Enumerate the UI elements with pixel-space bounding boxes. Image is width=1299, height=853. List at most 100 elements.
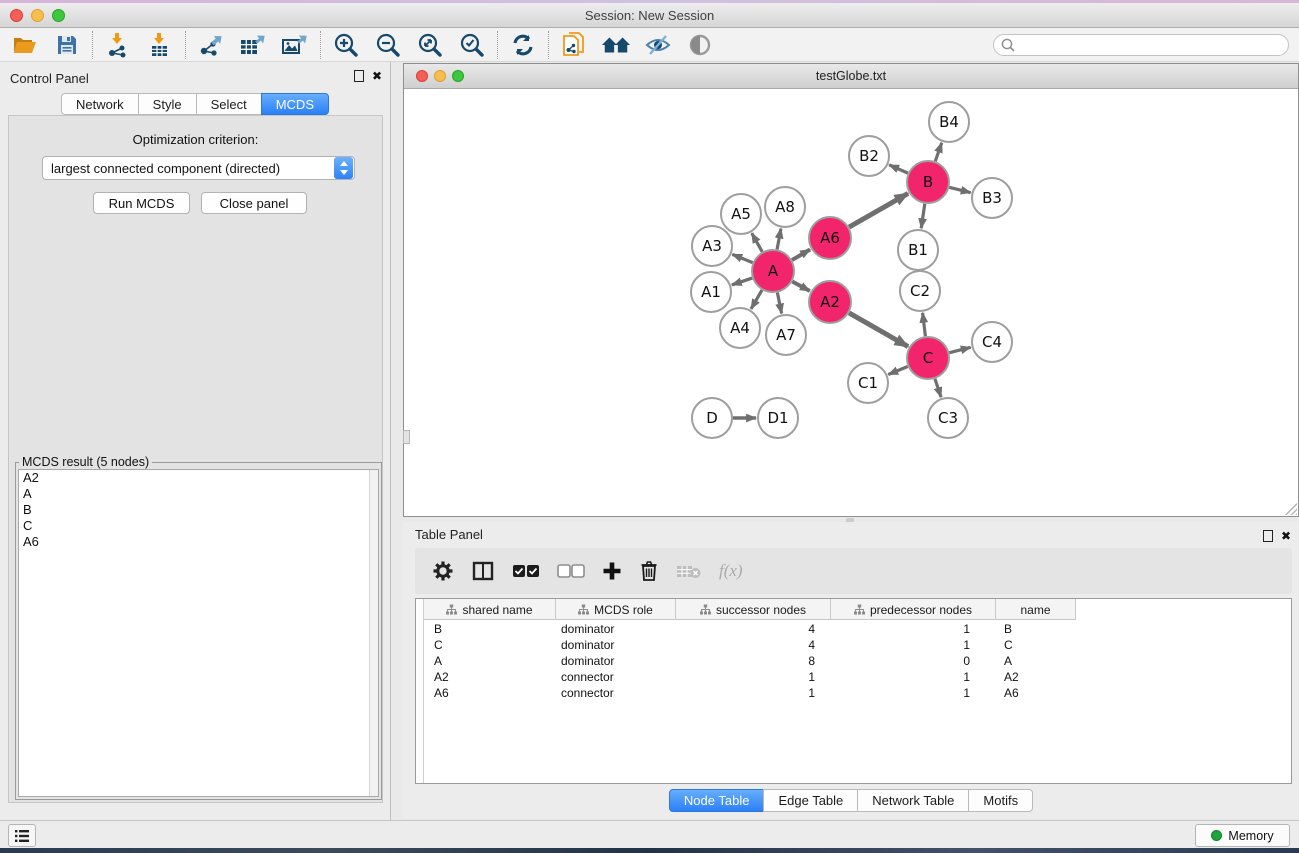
copy-network-button[interactable] (559, 31, 589, 59)
graph-edge-A-A8[interactable] (777, 229, 781, 250)
graph-node-A1[interactable]: A1 (691, 272, 731, 312)
graph-edge-A-A7[interactable] (777, 293, 781, 314)
show-details-button[interactable] (685, 31, 715, 59)
tab-mcds[interactable]: MCDS (261, 93, 329, 115)
table-tab-motifs[interactable]: Motifs (968, 789, 1033, 812)
graph-node-A6[interactable]: A6 (809, 217, 851, 259)
table-tab-node-table[interactable]: Node Table (669, 789, 765, 812)
table-row[interactable]: Adominator80A (424, 653, 1291, 669)
graph-edge-C-C3[interactable] (935, 379, 941, 397)
graph-node-A8[interactable]: A8 (765, 187, 805, 227)
import-network-button[interactable] (103, 31, 133, 59)
resize-grip-icon[interactable] (1285, 503, 1297, 515)
network-graph[interactable]: B4 B2 B B3 A5A8A6 A3 A B1 A1 C2 A2 A4A7 C4 C C1 C3 D D1 (404, 89, 1298, 516)
mcds-result-item[interactable]: A2 (19, 470, 378, 486)
home-button[interactable] (601, 31, 631, 59)
graph-node-D1[interactable]: D1 (758, 398, 798, 438)
column-header-successor-nodes[interactable]: successor nodes (676, 599, 831, 620)
tab-select[interactable]: Select (196, 93, 262, 115)
graph-edge-B-B2[interactable] (889, 165, 908, 173)
show-column-button[interactable] (471, 560, 495, 582)
run-mcds-button[interactable]: Run MCDS (93, 192, 190, 214)
function-builder-button[interactable]: f(x) (719, 561, 743, 581)
graph-node-A[interactable]: A (752, 250, 794, 292)
column-header-name[interactable]: name (996, 599, 1076, 620)
open-file-button[interactable] (10, 31, 40, 59)
graph-node-C2[interactable]: C2 (900, 271, 940, 311)
graph-edge-A-A2[interactable] (792, 282, 809, 292)
import-table-button[interactable] (145, 31, 175, 59)
table-tab-edge-table[interactable]: Edge Table (763, 789, 858, 812)
column-header-MCDS-role[interactable]: MCDS role (556, 599, 676, 620)
export-image-button[interactable] (280, 31, 310, 59)
table-row[interactable]: Bdominator41B (424, 621, 1291, 637)
graph-node-B[interactable]: B (907, 161, 949, 203)
graph-edge-A-A1[interactable] (732, 278, 752, 285)
graph-node-C4[interactable]: C4 (972, 322, 1012, 362)
graph-node-A5[interactable]: A5 (721, 194, 761, 234)
mcds-result-item[interactable]: C (19, 518, 378, 534)
graph-edge-B-B3[interactable] (949, 187, 970, 192)
table-row[interactable]: A2connector11A2 (424, 669, 1291, 685)
graph-edge-B-B1[interactable] (921, 204, 925, 228)
save-session-button[interactable] (52, 31, 82, 59)
graph-node-A3[interactable]: A3 (692, 226, 732, 266)
close-panel-icon[interactable]: ✖ (372, 70, 382, 82)
export-table-button[interactable] (238, 31, 268, 59)
graph-edge-A-A3[interactable] (732, 254, 752, 262)
canvas-scroll-nub[interactable] (403, 430, 410, 444)
table-close-icon[interactable]: ✖ (1281, 530, 1291, 542)
column-header-shared-name[interactable]: shared name (424, 599, 556, 620)
graph-node-C1[interactable]: C1 (848, 363, 888, 403)
table-settings-button[interactable] (432, 560, 454, 582)
graph-node-B4[interactable]: B4 (929, 102, 969, 142)
mcds-result-item[interactable]: A (19, 486, 378, 502)
table-row[interactable]: A6connector11A6 (424, 685, 1291, 701)
table-float-icon[interactable] (1263, 530, 1273, 542)
graph-node-A7[interactable]: A7 (766, 315, 806, 355)
tab-style[interactable]: Style (138, 93, 197, 115)
graph-node-C3[interactable]: C3 (928, 398, 968, 438)
graph-edge-C-C4[interactable] (949, 347, 970, 352)
mcds-result-item[interactable]: A6 (19, 534, 378, 550)
export-network-button[interactable] (196, 31, 226, 59)
criterion-select[interactable]: largest connected component (directed) (42, 156, 355, 180)
graph-edge-C-C1[interactable] (888, 366, 907, 374)
graph-edge-A-A4[interactable] (751, 290, 762, 309)
refresh-button[interactable] (508, 31, 538, 59)
table-row[interactable]: Cdominator41C (424, 637, 1291, 653)
delete-table-button[interactable] (676, 562, 702, 580)
search-box[interactable] (993, 34, 1289, 56)
graph-node-A4[interactable]: A4 (720, 308, 760, 348)
network-window-titlebar[interactable]: testGlobe.txt (404, 64, 1298, 89)
mcds-result-item[interactable]: B (19, 502, 378, 518)
network-canvas[interactable]: B4 B2 B B3 A5A8A6 A3 A B1 A1 C2 A2 A4A7 C4 C C1 C3 D D1 (404, 89, 1298, 516)
graph-edge-A-A5[interactable] (752, 233, 762, 252)
graph-edge-B-B4[interactable] (935, 143, 941, 161)
graph-edge-A-A6[interactable] (792, 250, 810, 260)
mcds-result-list[interactable]: A2ABCA6 (18, 469, 379, 797)
column-header-predecessor-nodes[interactable]: predecessor nodes (831, 599, 996, 620)
zoom-fit-button[interactable] (415, 31, 445, 59)
graph-node-B2[interactable]: B2 (849, 136, 889, 176)
search-input[interactable] (1016, 36, 1288, 54)
task-history-button[interactable] (8, 824, 36, 847)
float-panel-icon[interactable] (354, 70, 364, 82)
graph-node-C[interactable]: C (907, 337, 949, 379)
zoom-in-button[interactable] (331, 31, 361, 59)
graph-node-D[interactable]: D (692, 398, 732, 438)
delete-column-button[interactable] (639, 560, 659, 582)
graph-node-B3[interactable]: B3 (972, 178, 1012, 218)
result-scrollbar[interactable] (369, 470, 378, 796)
close-panel-button[interactable]: Close panel (201, 192, 307, 214)
deselect-all-button[interactable] (557, 564, 585, 578)
zoom-out-button[interactable] (373, 31, 403, 59)
graph-node-B1[interactable]: B1 (898, 230, 938, 270)
table-tab-network-table[interactable]: Network Table (857, 789, 969, 812)
create-column-button[interactable] (602, 561, 622, 581)
graph-edge-A6-B[interactable] (849, 193, 908, 227)
memory-button[interactable]: Memory (1195, 824, 1290, 847)
graph-node-A2[interactable]: A2 (809, 281, 851, 323)
select-all-button[interactable] (512, 564, 540, 578)
tab-network[interactable]: Network (61, 93, 139, 115)
